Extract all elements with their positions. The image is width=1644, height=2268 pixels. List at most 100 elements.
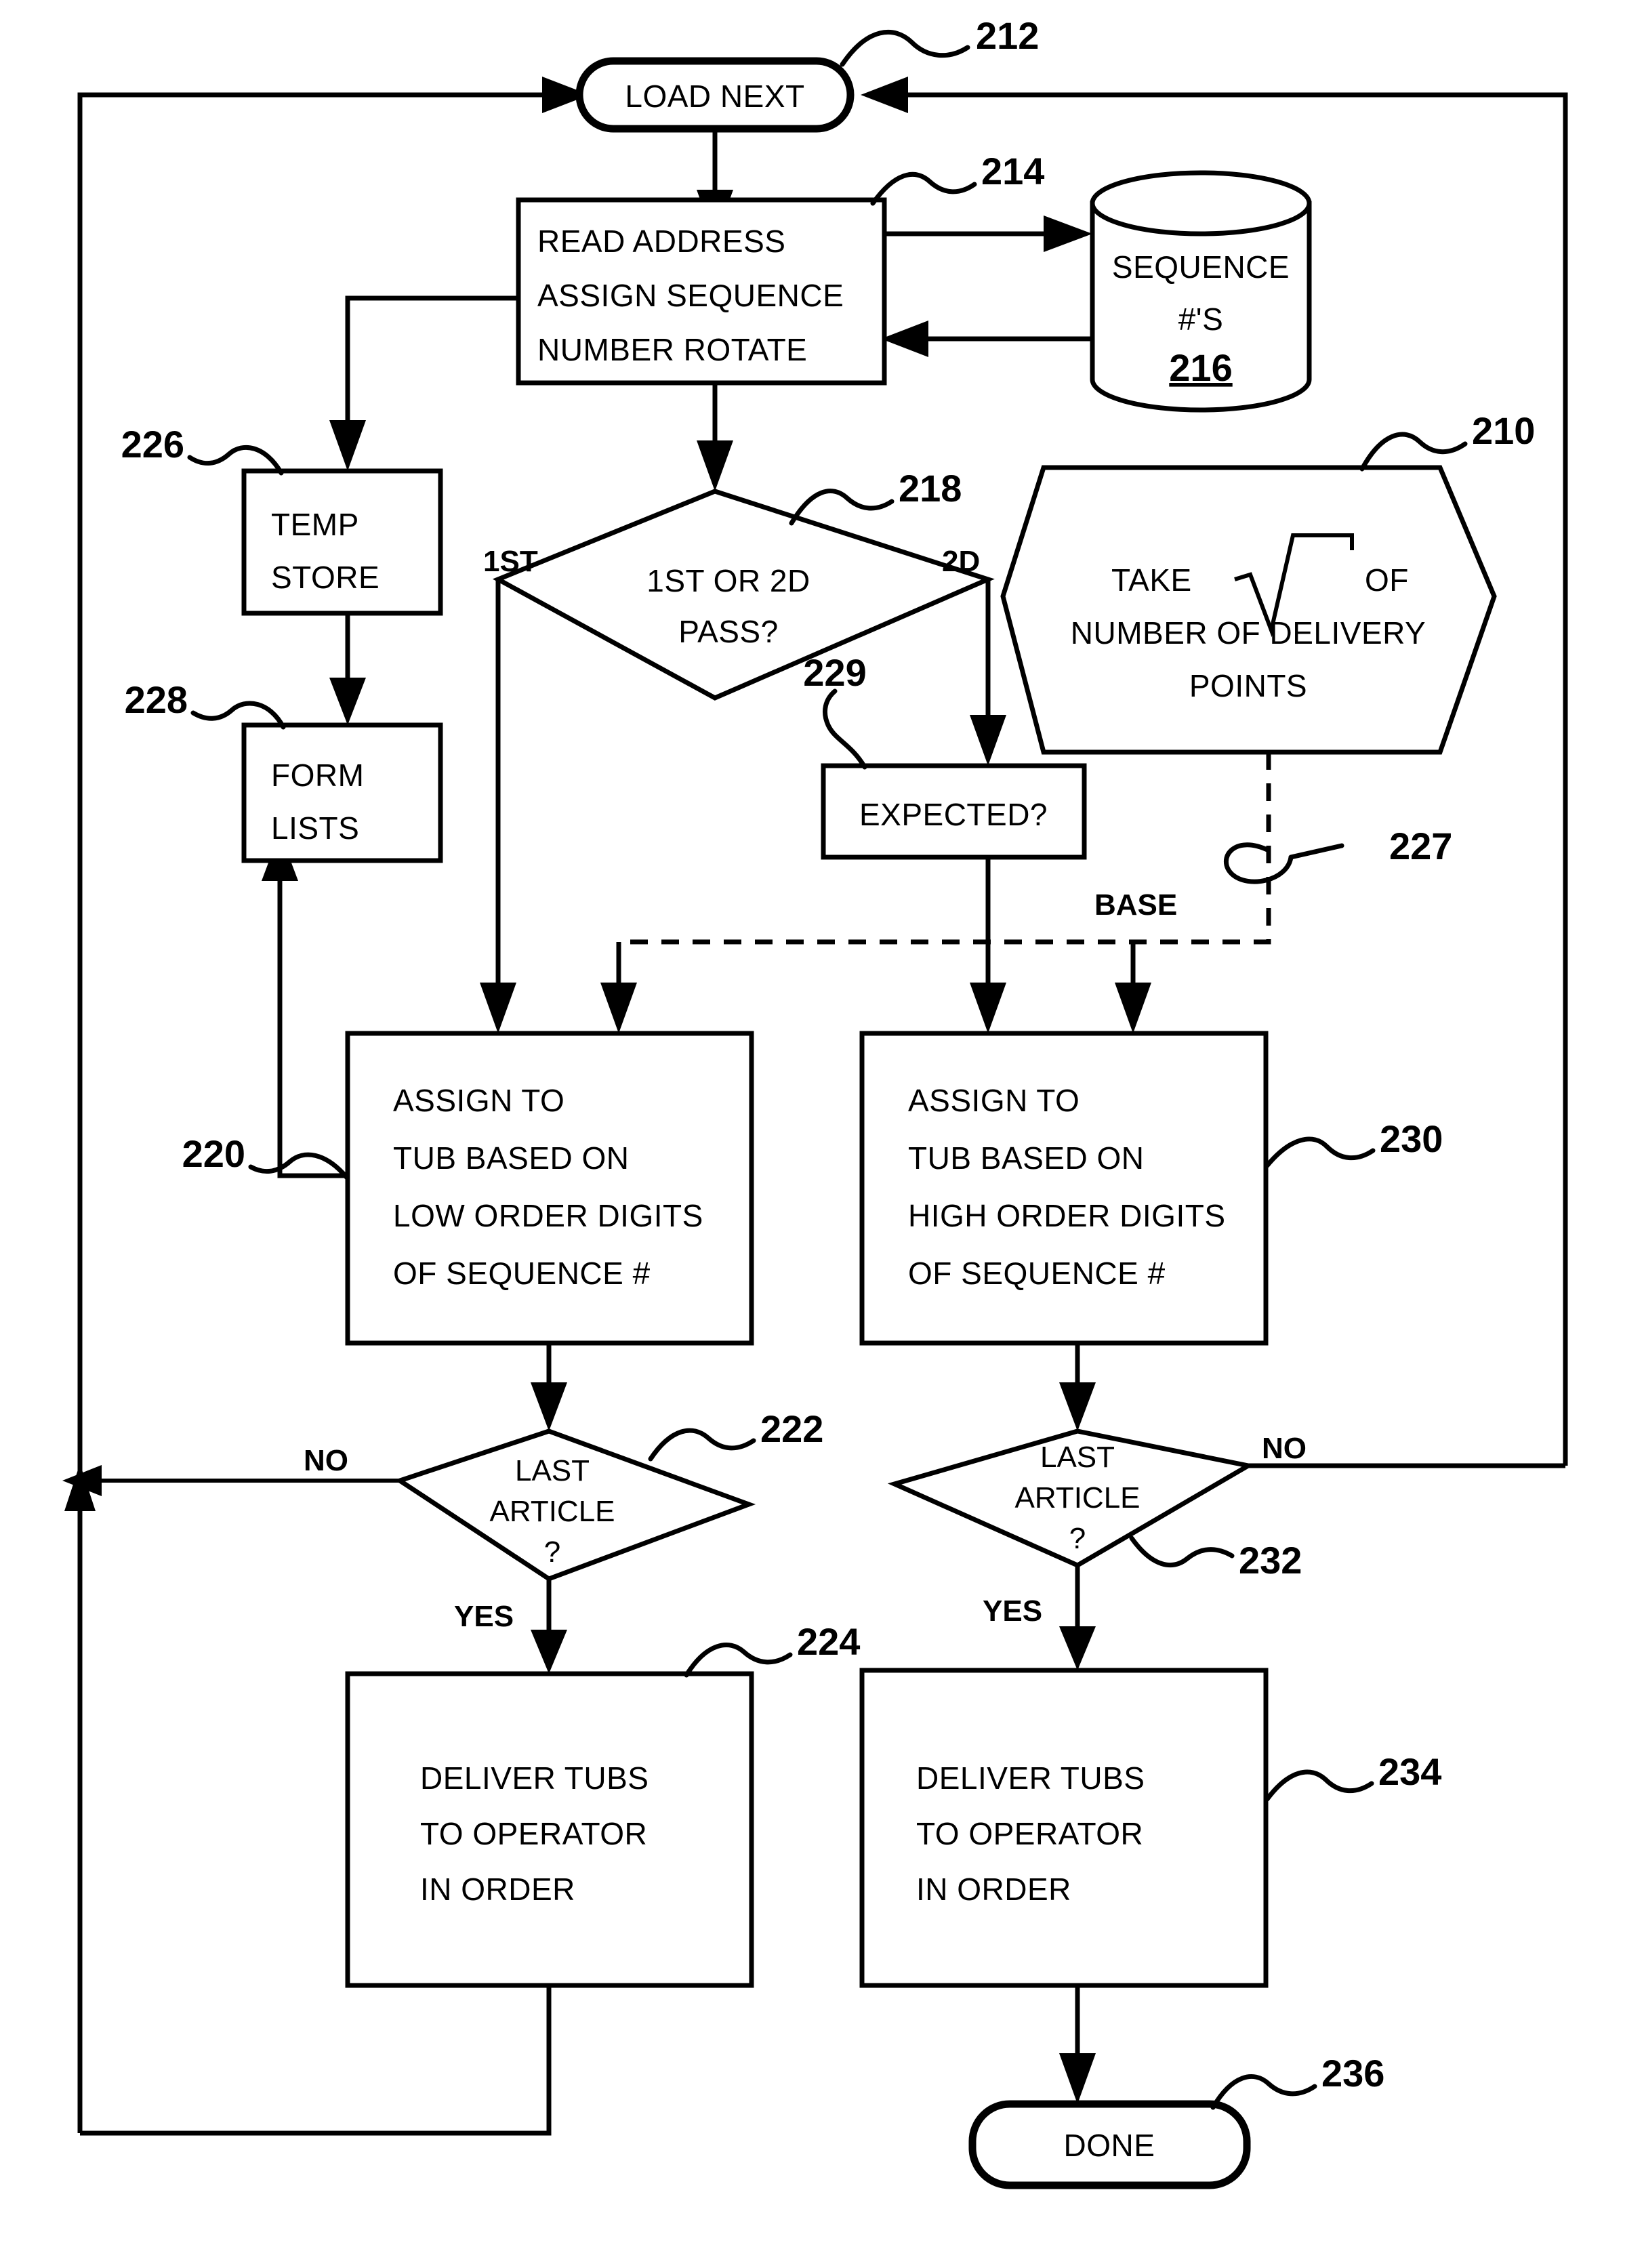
node-load-next[interactable]: LOAD NEXT — [575, 57, 855, 133]
flowchart-canvas: LOAD NEXT READ ADDRESS ASSIGN SEQUENCE N… — [62, 14, 1568, 2189]
deliver-right-line2: TO OPERATOR — [916, 1816, 1143, 1851]
temp-store-line1: TEMP — [271, 507, 359, 542]
ref-leader-234: 234 — [1265, 1750, 1441, 1802]
ref-228: 228 — [125, 678, 188, 721]
node-pass-decision[interactable]: 1ST OR 2D PASS? 1ST 2D — [483, 489, 995, 701]
connector-pass-2d-to-expected — [970, 579, 1006, 766]
form-lists-line1: FORM — [271, 758, 364, 793]
ref-leader-232: 232 — [1129, 1535, 1302, 1582]
connector-lastarticle-left-yes — [531, 1579, 567, 1674]
ref-leader-230: 230 — [1265, 1117, 1443, 1168]
read-address-line3: NUMBER ROTATE — [537, 332, 807, 367]
sqrt-hexagon-prefix: TAKE — [1111, 562, 1192, 598]
connector-sequence-to-readaddress — [881, 321, 1092, 357]
assign-low-line2: TUB BASED ON — [393, 1140, 630, 1176]
last-article-left-line2: ARTICLE — [489, 1495, 615, 1528]
ref-leader-226: 226 — [121, 423, 284, 476]
ref-224: 224 — [797, 1620, 860, 1663]
node-deliver-right[interactable]: DELIVER TUBS TO OPERATOR IN ORDER — [859, 1668, 1269, 1988]
ref-232: 232 — [1239, 1539, 1302, 1582]
sequence-store-line1: SEQUENCE — [1112, 249, 1290, 285]
reference-loop-227 — [1223, 842, 1344, 884]
pass-decision-line2: PASS? — [678, 614, 778, 649]
ref-227: 227 — [1389, 825, 1452, 867]
ref-226: 226 — [121, 423, 184, 466]
node-sequence-store[interactable]: SEQUENCE #'S 216 — [1090, 170, 1312, 413]
assign-high-line4: OF SEQUENCE # — [908, 1256, 1166, 1291]
ref-236: 236 — [1321, 2052, 1384, 2095]
node-assign-low[interactable]: ASSIGN TO TUB BASED ON LOW ORDER DIGITS … — [345, 1031, 754, 1346]
node-form-lists[interactable]: FORM LISTS — [241, 722, 443, 863]
connector-assignlow-to-lastarticle-left — [531, 1343, 567, 1431]
deliver-left-line3: IN ORDER — [420, 1872, 575, 1907]
connector-deliverleft-to-left-rail — [80, 1985, 552, 2136]
deliver-right-line3: IN ORDER — [916, 1872, 1071, 1907]
ref-leader-229: 229 — [803, 651, 867, 770]
node-deliver-left[interactable]: DELIVER TUBS TO OPERATOR IN ORDER — [345, 1671, 754, 1988]
assign-high-line1: ASSIGN TO — [908, 1083, 1080, 1118]
assign-low-line3: LOW ORDER DIGITS — [393, 1198, 703, 1233]
connector-readaddress-to-pass — [697, 383, 733, 491]
connector-deliverright-to-done — [1059, 1985, 1096, 2104]
sqrt-hexagon-line2: NUMBER OF DELIVERY — [1071, 615, 1426, 651]
node-expected[interactable]: EXPECTED? — [821, 763, 1087, 860]
deliver-left-line1: DELIVER TUBS — [420, 1760, 649, 1796]
base-edge-label: BASE — [1094, 888, 1177, 922]
node-done[interactable]: DONE — [968, 2100, 1251, 2189]
assign-low-line4: OF SEQUENCE # — [393, 1256, 651, 1291]
temp-store-line2: STORE — [271, 560, 379, 595]
done-label: DONE — [1064, 2128, 1155, 2163]
last-article-left-yes-label: YES — [454, 1600, 514, 1633]
last-article-left-line3: ? — [544, 1535, 560, 1569]
connector-expected-to-assignhigh — [970, 857, 1006, 1033]
deliver-left-line2: TO OPERATOR — [420, 1816, 647, 1851]
assign-high-line3: HIGH ORDER DIGITS — [908, 1198, 1226, 1233]
ref-222: 222 — [760, 1407, 823, 1450]
ref-leader-222: 222 — [648, 1407, 823, 1462]
node-sqrt-hexagon[interactable]: TAKE OF NUMBER OF DELIVERY POINTS — [1000, 465, 1497, 755]
ref-216: 216 — [1169, 346, 1232, 389]
node-temp-store[interactable]: TEMP STORE — [241, 468, 443, 616]
sequence-store-line2: #'S — [1178, 302, 1224, 337]
last-article-right-line3: ? — [1069, 1522, 1086, 1555]
ref-leader-210: 210 — [1359, 409, 1535, 472]
connector-pass-1st-to-assignlow — [480, 579, 516, 1033]
read-address-line2: ASSIGN SEQUENCE — [537, 278, 844, 313]
node-last-article-left[interactable]: LAST ARTICLE ? NO YES — [304, 1428, 756, 1633]
last-article-left-line1: LAST — [515, 1454, 590, 1487]
ref-218: 218 — [899, 467, 962, 510]
assign-high-line2: TUB BASED ON — [908, 1140, 1145, 1176]
ref-214: 214 — [981, 150, 1044, 192]
ref-leader-220: 220 — [182, 1132, 350, 1180]
expected-label: EXPECTED? — [859, 797, 1048, 832]
assign-low-line1: ASSIGN TO — [393, 1083, 564, 1118]
ref-210: 210 — [1472, 409, 1535, 452]
ref-leader-224: 224 — [684, 1620, 860, 1678]
connector-lastarticle-right-yes — [1059, 1565, 1096, 1670]
last-article-right-no-label: NO — [1262, 1432, 1307, 1465]
deliver-right-line1: DELIVER TUBS — [916, 1760, 1145, 1796]
ref-leader-228: 228 — [125, 678, 286, 730]
ref-leader-236: 236 — [1210, 2052, 1384, 2110]
connector-assignhigh-to-lastarticle-right — [1059, 1343, 1096, 1431]
node-read-address[interactable]: READ ADDRESS ASSIGN SEQUENCE NUMBER ROTA… — [516, 197, 887, 386]
ref-leader-212: 212 — [840, 14, 1039, 67]
last-article-right-line1: LAST — [1040, 1441, 1115, 1474]
connector-lastarticle-left-no — [62, 1464, 400, 1511]
connector-readaddress-to-sequence — [884, 215, 1092, 252]
ref-230: 230 — [1380, 1117, 1443, 1160]
form-lists-line2: LISTS — [271, 810, 359, 846]
sqrt-hexagon-suffix: OF — [1365, 562, 1409, 598]
pass-branch-1st-label: 1ST — [483, 545, 538, 578]
last-article-left-no-label: NO — [304, 1444, 348, 1477]
node-last-article-right[interactable]: LAST ARTICLE ? NO YES — [887, 1428, 1307, 1628]
ref-leader-218: 218 — [789, 467, 962, 526]
last-article-right-yes-label: YES — [983, 1594, 1042, 1628]
ref-220: 220 — [182, 1132, 245, 1175]
pass-branch-2d-label: 2D — [942, 545, 980, 578]
ref-234: 234 — [1378, 1750, 1441, 1793]
ref-leader-214: 214 — [870, 150, 1044, 206]
ref-229: 229 — [803, 651, 866, 694]
node-assign-high[interactable]: ASSIGN TO TUB BASED ON HIGH ORDER DIGITS… — [859, 1031, 1269, 1346]
connector-readaddress-to-tempstore — [329, 295, 518, 471]
